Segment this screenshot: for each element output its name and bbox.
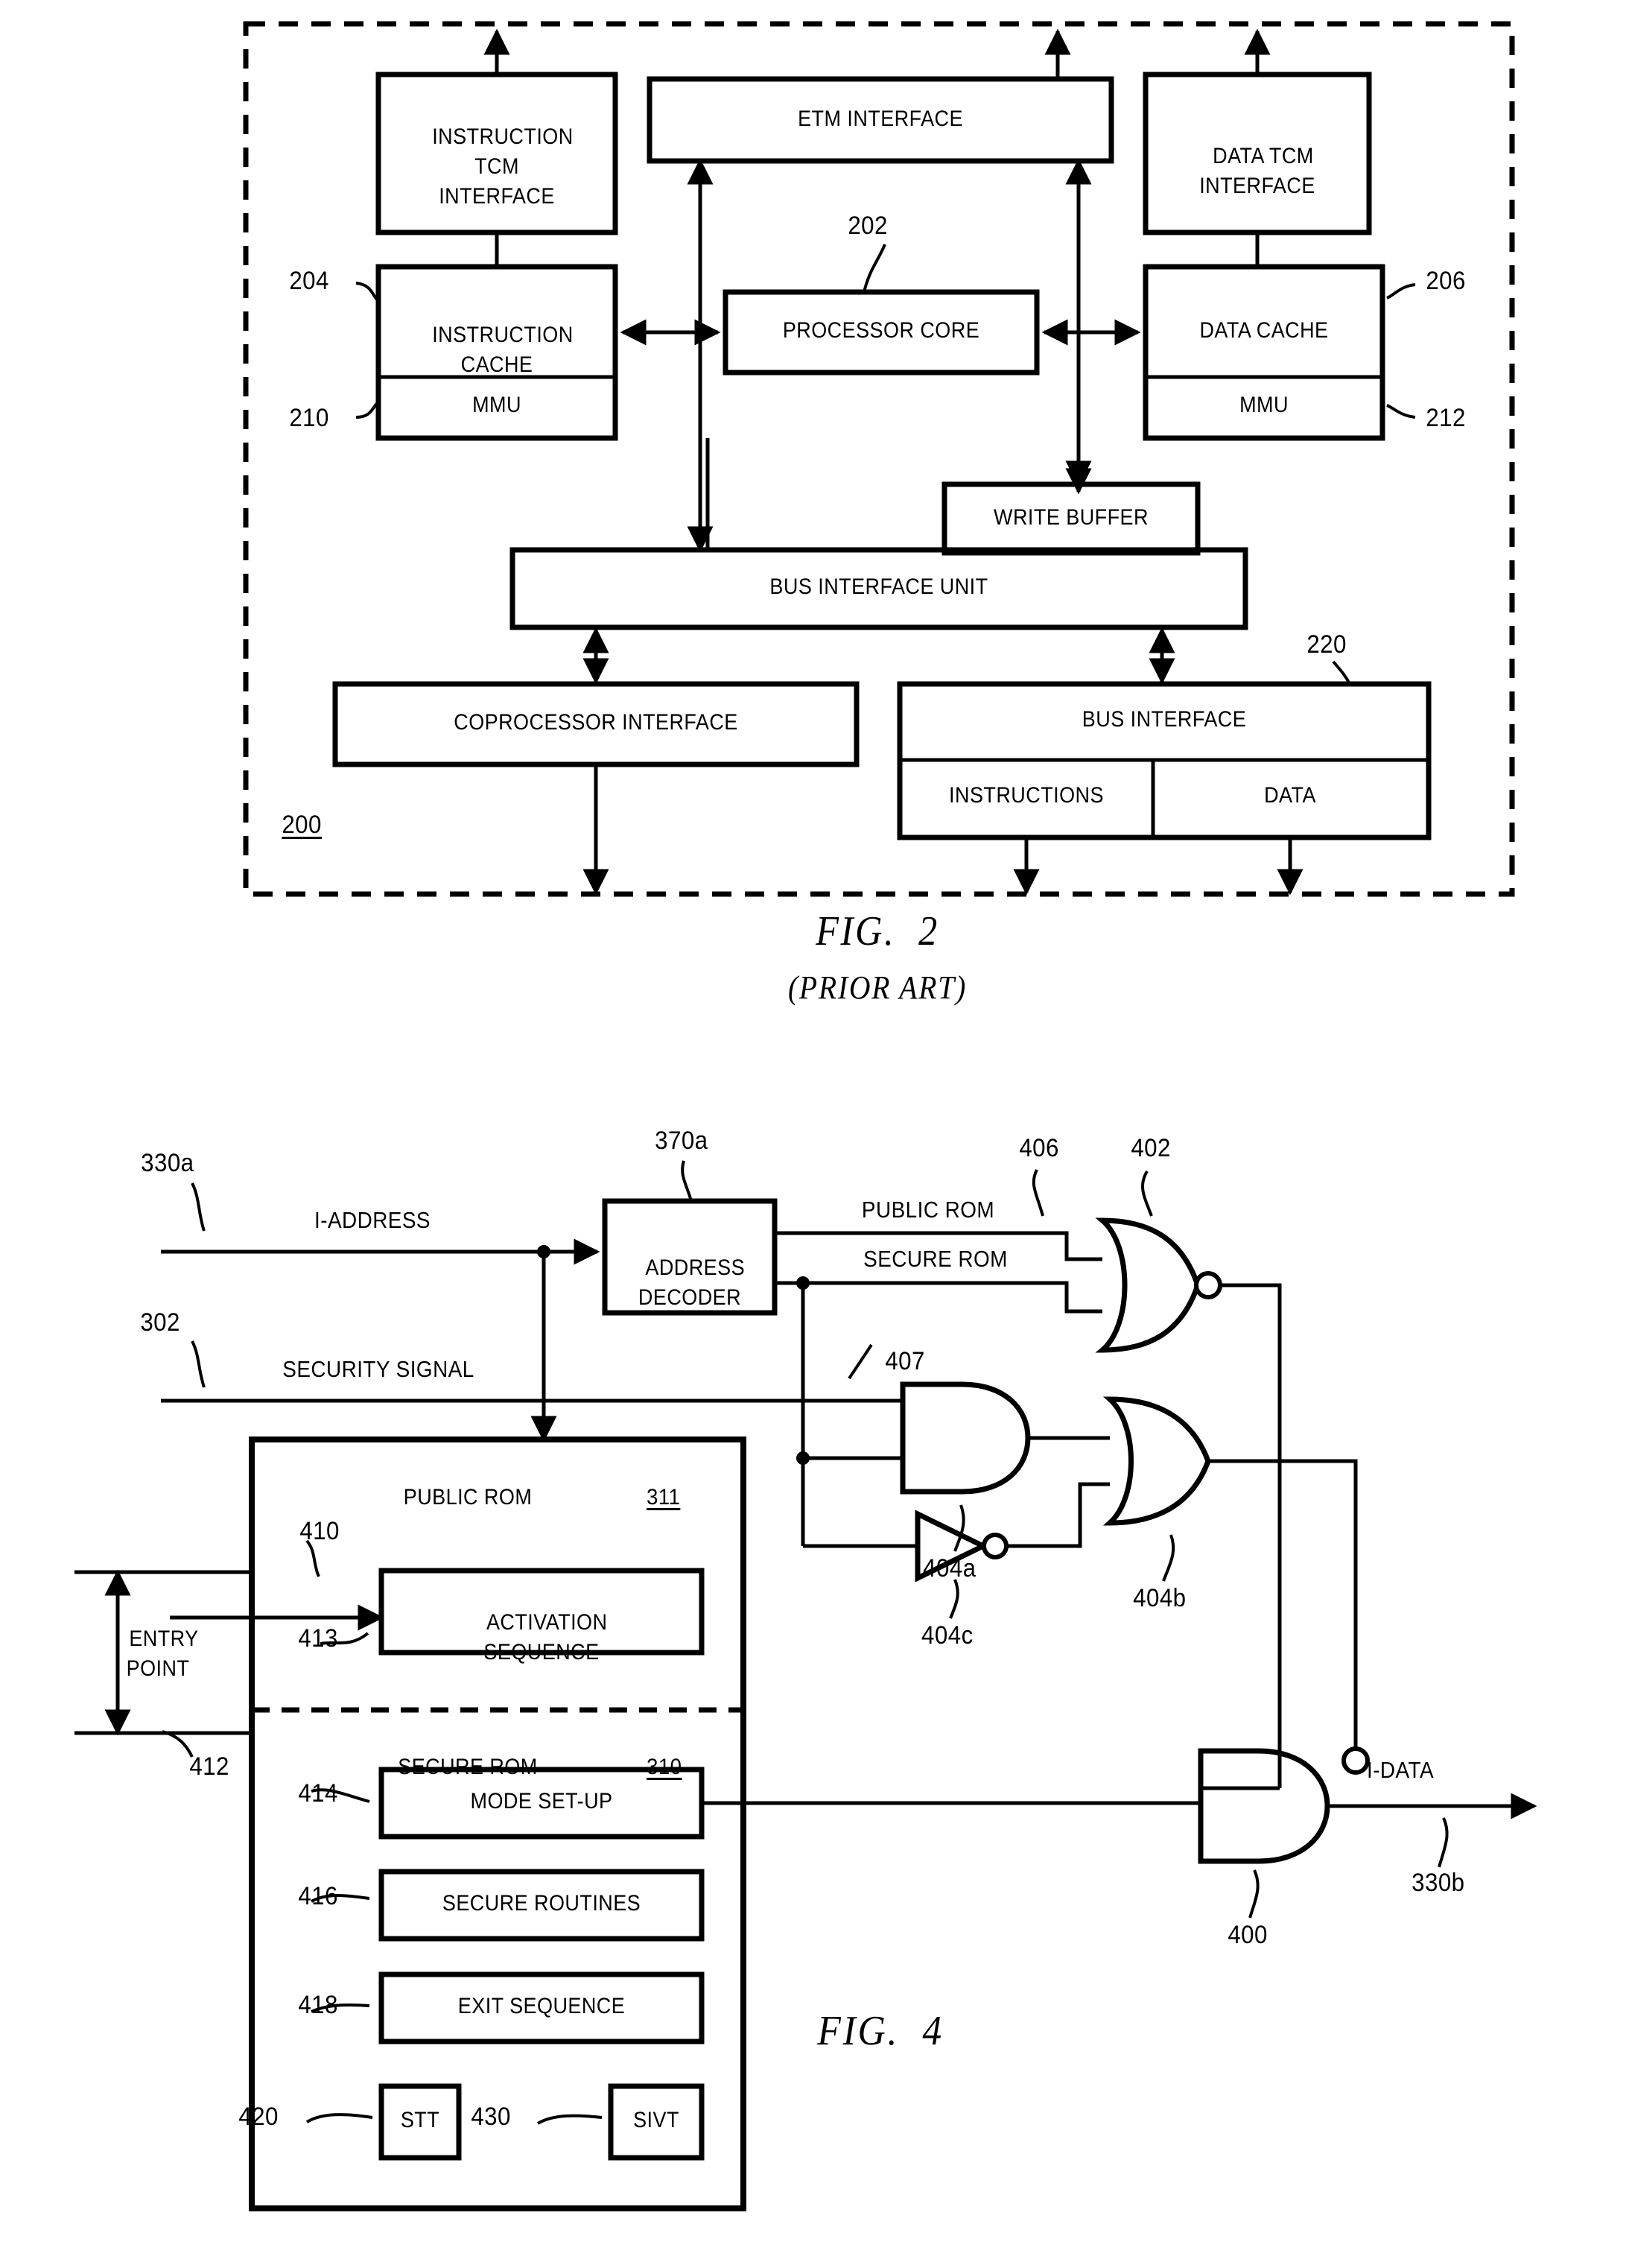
box-activation-sequence: ACTIVATION SEQUENCE — [483, 1610, 608, 1664]
ref-402-nor-gate: 402 — [1131, 1134, 1171, 1162]
signal-secure-rom: SECURE ROM — [863, 1246, 1008, 1272]
box-mode-setup: MODE SET-UP — [470, 1789, 613, 1814]
box-etm-interface: ETM INTERFACE — [798, 107, 963, 131]
ref-414-mode-setup: 414 — [298, 1779, 338, 1808]
signal-i-data: I-DATA — [1366, 1757, 1435, 1783]
label-secure-rom-block: SECURE ROM — [398, 1755, 538, 1779]
box-bus-interface-unit: BUS INTERFACE UNIT — [769, 574, 988, 599]
ref-310-secure-rom: 310 — [647, 1755, 682, 1779]
ref-200-chip: 200 — [282, 811, 322, 839]
box-data: DATA — [1264, 783, 1316, 808]
ref-430-sivt: 430 — [471, 2103, 511, 2131]
ref-407-secure-rom-line: 407 — [885, 1347, 925, 1375]
ref-404c-inverter: 404c — [921, 1621, 974, 1650]
ref-412-entry-range: 412 — [189, 1752, 229, 1781]
ref-204-instruction-cache: 204 — [289, 267, 329, 295]
ref-202-processor-core: 202 — [848, 212, 888, 240]
ref-404a-and-gate: 404a — [923, 1554, 977, 1583]
box-mmu-instruction: MMU — [472, 393, 521, 417]
signal-i-address: I-ADDRESS — [314, 1207, 431, 1233]
ref-302-security-signal: 302 — [140, 1308, 180, 1337]
figure-4-caption: FIG. 4 — [817, 2008, 944, 2054]
ref-212-mmu-data: 212 — [1426, 404, 1466, 432]
ref-400-nand-gate: 400 — [1228, 1921, 1268, 1949]
ref-416-secure-routines: 416 — [298, 1882, 338, 1910]
box-instruction-cache: INSTRUCTION CACHE — [432, 323, 574, 377]
box-mmu-data: MMU — [1239, 393, 1289, 417]
ref-404b-or-gate: 404b — [1133, 1584, 1187, 1612]
label-public-rom-block: PUBLIC ROM — [403, 1485, 533, 1510]
ref-330b-i-data: 330b — [1412, 1869, 1465, 1897]
box-write-buffer: WRITE BUFFER — [994, 505, 1149, 530]
ref-413-activation-sequence: 413 — [298, 1624, 338, 1653]
box-exit-sequence: EXIT SEQUENCE — [457, 1994, 626, 2018]
label-entry-point: ENTRY POINT — [126, 1626, 199, 1681]
figure-2-caption: FIG. 2 — [816, 908, 939, 954]
ref-370a-address-decoder: 370a — [655, 1127, 708, 1155]
ref-311-public-rom: 311 — [646, 1485, 681, 1510]
ref-330a-i-address: 330a — [141, 1149, 194, 1177]
ref-206-data-cache: 206 — [1426, 267, 1466, 295]
ref-220-bus-interface: 220 — [1306, 630, 1347, 659]
figure-2-caption-sub: (PRIOR ART) — [787, 969, 968, 1006]
box-sivt: SIVT — [633, 2108, 679, 2132]
ref-406-public-rom-line: 406 — [1019, 1134, 1059, 1162]
signal-public-rom: PUBLIC ROM — [861, 1197, 995, 1223]
box-address-decoder: ADDRESS DECODER — [638, 1255, 746, 1310]
ref-418-exit-sequence: 418 — [298, 1991, 338, 2019]
box-coprocessor-interface: COPROCESSOR INTERFACE — [454, 710, 738, 735]
box-secure-routines: SECURE ROUTINES — [442, 1891, 641, 1916]
ref-410-entry-point-arrow: 410 — [299, 1517, 340, 1545]
box-stt: STT — [400, 2108, 440, 2132]
ref-420-stt: 420 — [238, 2103, 279, 2131]
box-instructions: INSTRUCTIONS — [949, 783, 1104, 808]
box-data-cache: DATA CACHE — [1199, 318, 1329, 343]
box-bus-interface: BUS INTERFACE — [1082, 707, 1247, 732]
box-instruction-tcm-interface: INSTRUCTION TCM INTERFACE — [432, 124, 574, 209]
box-processor-core: PROCESSOR CORE — [782, 318, 980, 343]
signal-security-signal: SECURITY SIGNAL — [282, 1356, 474, 1382]
ref-210-mmu-instruction: 210 — [289, 404, 329, 432]
patent-drawing-sheet: INSTRUCTION TCM INTERFACE ETM INTERFACE … — [0, 0, 1629, 2268]
box-data-tcm-interface: DATA TCM INTERFACE — [1199, 144, 1315, 198]
